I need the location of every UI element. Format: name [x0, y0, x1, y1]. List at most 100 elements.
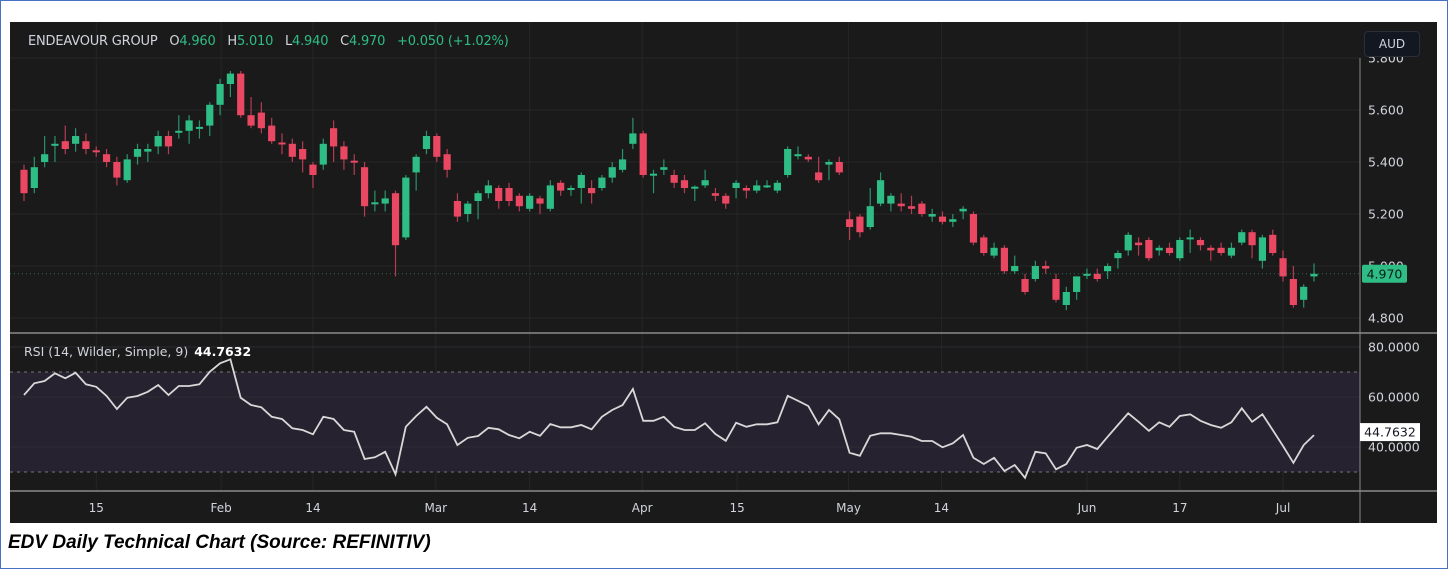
time-axis-label: Feb [210, 501, 231, 515]
candle-body [918, 203, 926, 214]
candle-body [567, 188, 575, 190]
high-label: H [227, 34, 237, 49]
candle-body [1300, 286, 1308, 300]
candle[interactable] [1176, 237, 1184, 261]
candle-body [330, 128, 338, 147]
candle-body [30, 167, 38, 188]
candle-body [433, 136, 441, 157]
time-axis-label: May [836, 501, 861, 515]
candle-body [175, 130, 183, 133]
candle-body [350, 160, 358, 163]
candle-body [453, 201, 462, 217]
candle[interactable] [980, 234, 988, 256]
candle-body [206, 104, 214, 126]
candle-body [391, 193, 400, 246]
currency-button[interactable]: AUD [1364, 31, 1420, 57]
candle-body [742, 188, 750, 191]
candle[interactable] [784, 146, 792, 178]
candle-body [784, 149, 792, 175]
candle-body [340, 146, 348, 160]
candle-body [164, 136, 173, 147]
candle-body [711, 193, 720, 196]
candle-body [464, 203, 472, 214]
candle-body [846, 219, 854, 227]
candle-body [866, 206, 874, 227]
candle-body [773, 182, 781, 191]
candle[interactable] [1000, 245, 1008, 274]
candle-body [1165, 247, 1174, 253]
candle-body [588, 188, 596, 194]
candle-body [1145, 240, 1153, 259]
candle-body [1093, 273, 1101, 279]
rsi-label: RSI (14, Wilder, Simple, 9) [24, 344, 189, 359]
candle-body [495, 188, 503, 201]
candle-body [237, 73, 245, 116]
time-axis-label: 14 [934, 501, 949, 515]
candle-body [1000, 247, 1008, 272]
candle-body [949, 219, 957, 222]
candle-body [1052, 279, 1060, 300]
candle[interactable] [969, 211, 978, 246]
candle-body [61, 141, 69, 149]
candle-body [1289, 279, 1297, 305]
candle-body [288, 143, 296, 157]
candle-body [278, 142, 286, 145]
candle-body [1196, 240, 1205, 246]
candle-body [1031, 266, 1039, 279]
candle-body [1104, 266, 1112, 272]
candle-body [887, 195, 895, 204]
candle-body [938, 216, 947, 222]
candle-body [969, 214, 978, 243]
candle-body [319, 143, 327, 165]
candle-body [1207, 247, 1215, 251]
symbol-name: ENDEAVOUR GROUP [28, 34, 158, 49]
candle-body [474, 193, 482, 201]
candle-body [102, 154, 111, 162]
candle-body [1124, 234, 1132, 251]
open-label: O [169, 34, 180, 49]
candle-body [1114, 253, 1122, 259]
time-axis-label: 14 [305, 501, 320, 515]
candle[interactable] [402, 175, 410, 240]
candle-body [195, 126, 204, 129]
low-label: L [285, 34, 293, 49]
candle-body [907, 206, 916, 209]
candle-body [1279, 258, 1287, 277]
rsi-axis-label: 80.0000 [1368, 340, 1420, 355]
candle[interactable] [639, 130, 647, 178]
candle-body [825, 162, 833, 165]
candle-body [1155, 247, 1163, 251]
candle-body [618, 159, 627, 170]
candle-body [133, 149, 142, 157]
candle-body [1269, 234, 1277, 253]
price-chart[interactable]: 5.8005.6005.4005.2005.0004.80080.000060.… [0, 0, 1448, 569]
candle-body [1248, 232, 1256, 246]
candle-body [557, 182, 565, 191]
time-axis-label: 17 [1172, 501, 1187, 515]
candle-body [928, 214, 936, 217]
low-value: 4.940 [292, 34, 329, 49]
candle-body [247, 115, 255, 126]
candle[interactable] [1145, 237, 1153, 261]
candle-body [484, 185, 492, 194]
candle-body [1062, 292, 1070, 305]
rsi-last-text: 44.7632 [1364, 425, 1416, 440]
candle-body [794, 154, 802, 157]
candle-body [82, 141, 90, 149]
candle[interactable] [526, 193, 534, 212]
candle-body [216, 84, 224, 105]
candle-body [51, 143, 59, 146]
candle[interactable] [237, 71, 245, 118]
candle-body [371, 202, 379, 205]
price-axis-label: 4.800 [1368, 311, 1404, 326]
candle-body [732, 182, 740, 188]
candle-body [299, 149, 307, 160]
candle-body [1176, 240, 1184, 259]
candle-body [876, 180, 885, 204]
rsi-axis-label: 40.0000 [1368, 440, 1420, 455]
time-axis-label: 14 [522, 501, 537, 515]
candle-body [722, 195, 730, 204]
time-axis-label: Jul [1275, 501, 1290, 515]
candle-body [608, 167, 616, 178]
candle-body [835, 162, 843, 173]
